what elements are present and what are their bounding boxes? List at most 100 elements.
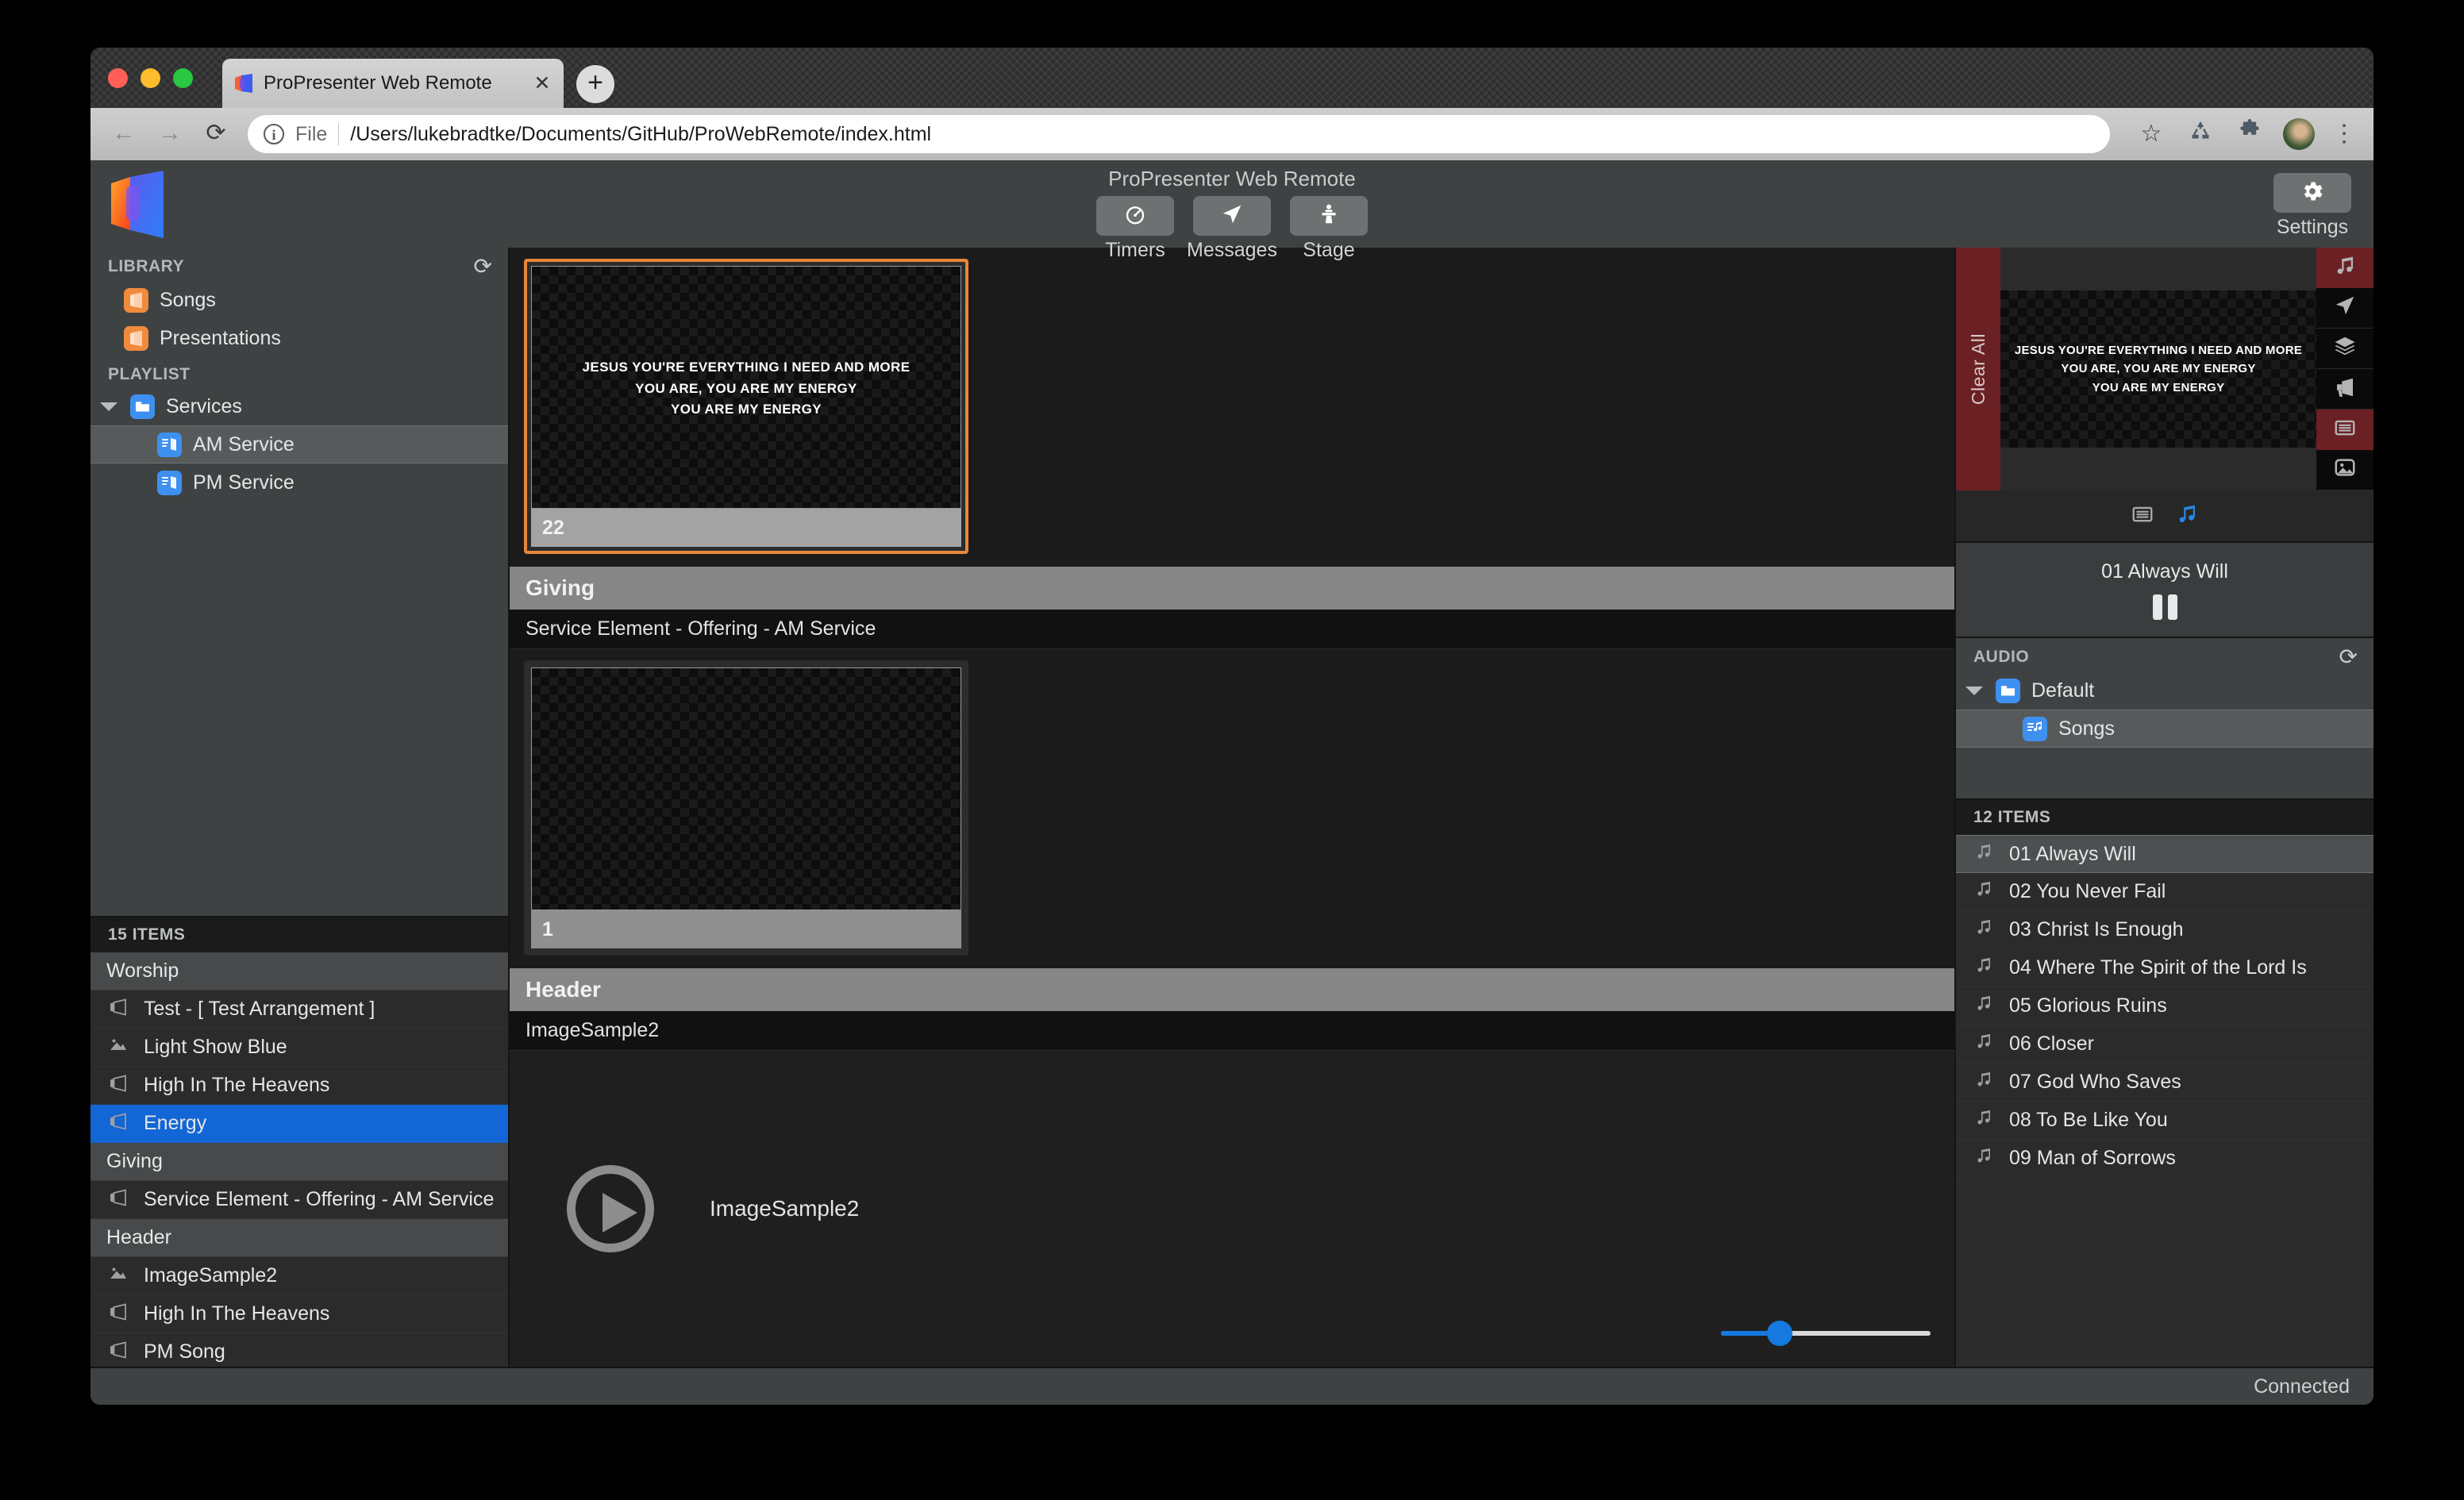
output-preview[interactable]: JESUS YOU'RE EVERYTHING I NEED AND MORE …	[2000, 290, 2316, 448]
messages-button[interactable]: Messages	[1187, 196, 1277, 262]
chevron-down-icon[interactable]	[1965, 686, 1983, 695]
slide-number: 1	[531, 910, 961, 948]
slide-thumbnail[interactable]: JESUS YOU'RE EVERYTHING I NEED AND MORE …	[524, 259, 968, 554]
stage-label: Stage	[1303, 239, 1355, 261]
clear-announcements-button[interactable]	[2316, 368, 2374, 410]
presentation-icon	[124, 325, 148, 351]
announcement-icon	[2333, 375, 2357, 403]
app-header: ProPresenter Web Remote Timers Messages …	[90, 160, 2374, 261]
tab-slides[interactable]	[2131, 502, 2154, 530]
sidebar-item-presentations[interactable]: Presentations	[90, 319, 508, 357]
list-item[interactable]: High In The Heavens	[90, 1067, 508, 1105]
audio-track-list: 01 Always Will 02 You Never Fail 03 Chri…	[1956, 835, 2374, 1367]
list-item[interactable]: ImageSample2	[90, 1257, 508, 1295]
podium-icon	[1317, 202, 1341, 230]
tab-audio[interactable]	[2175, 502, 2199, 530]
timers-button[interactable]: Timers	[1096, 196, 1175, 262]
image-icon	[108, 1035, 133, 1060]
music-note-icon	[1973, 994, 1998, 1018]
clear-messages-button[interactable]	[2316, 287, 2374, 329]
site-info-icon[interactable]: i	[264, 124, 284, 144]
list-item[interactable]: Service Element - Offering - AM Service	[90, 1181, 508, 1219]
browser-toolbar: ← → ⟳ i File /Users/lukebradtke/Document…	[90, 108, 2374, 160]
preview-lyrics: JESUS YOU'RE EVERYTHING I NEED AND MORE …	[2015, 341, 2302, 397]
list-item-label: High In The Heavens	[144, 1074, 330, 1096]
now-playing-title: 01 Always Will	[2101, 560, 2228, 583]
playlist-item-list: Worship Test - [ Test Arrangement ] Ligh…	[90, 952, 508, 1367]
refresh-library-icon[interactable]: ⟳	[474, 256, 492, 278]
close-window-button[interactable]	[108, 68, 128, 88]
bookmark-star-icon[interactable]: ☆	[2135, 118, 2167, 150]
reload-button[interactable]: ⟳	[202, 120, 230, 148]
settings-label: Settings	[2276, 216, 2349, 238]
maximize-window-button[interactable]	[173, 68, 193, 88]
presentation-icon	[108, 1302, 133, 1326]
forward-button[interactable]: →	[156, 120, 184, 148]
sidebar-item-label: Services	[166, 394, 242, 417]
sidebar-item-songs[interactable]: Songs	[90, 281, 508, 319]
slide-number: 22	[531, 509, 961, 547]
clear-action-rail	[2316, 248, 2374, 490]
settings-button[interactable]: Settings	[2273, 173, 2351, 239]
preview-zone: Clear All JESUS YOU'RE EVERYTHING I NEED…	[1956, 248, 2374, 490]
recycle-icon[interactable]	[2185, 118, 2216, 150]
browser-menu-button[interactable]: ⋮	[2332, 122, 2356, 146]
browser-tab-strip: ProPresenter Web Remote ✕ +	[90, 48, 2374, 108]
audio-track-item[interactable]: 02 You Never Fail	[1956, 873, 2374, 911]
audio-item-songs[interactable]: Songs	[1956, 710, 2374, 748]
new-tab-button[interactable]: +	[576, 65, 614, 103]
list-item[interactable]: PM Song	[90, 1333, 508, 1367]
sidebar-item-services[interactable]: Services	[90, 387, 508, 425]
back-button[interactable]: ←	[110, 120, 138, 148]
audio-track-item[interactable]: 01 Always Will	[1956, 835, 2374, 873]
clear-media-button[interactable]	[2316, 449, 2374, 490]
clear-props-button[interactable]	[2316, 328, 2374, 369]
propresenter-logo-icon	[108, 170, 184, 240]
sidebar-item-pm-service[interactable]: PM Service	[90, 463, 508, 502]
clear-slide-button[interactable]	[2316, 410, 2374, 450]
clear-all-button[interactable]: Clear All	[1956, 248, 2000, 490]
playlist-pane-header: PLAYLIST	[90, 357, 508, 387]
audio-track-item[interactable]: 04 Where The Spirit of the Lord Is	[1956, 949, 2374, 987]
minimize-window-button[interactable]	[141, 68, 160, 88]
refresh-audio-icon[interactable]: ⟳	[2339, 646, 2358, 668]
address-bar-url: /Users/lukebradtke/Documents/GitHub/ProW…	[350, 122, 932, 145]
library-tree: Songs Presentations	[90, 281, 508, 357]
app-title: ProPresenter Web Remote	[1108, 167, 1356, 190]
list-item[interactable]: Energy	[90, 1105, 508, 1143]
presentation-icon	[108, 997, 133, 1021]
preview-lyric-line: JESUS YOU'RE EVERYTHING I NEED AND MORE	[2014, 344, 2303, 358]
profile-avatar[interactable]	[2283, 118, 2315, 150]
audio-track-item[interactable]: 05 Glorious Ruins	[1956, 987, 2374, 1025]
connection-status: Connected	[2254, 1375, 2350, 1398]
omnibox-divider	[338, 123, 340, 145]
audio-track-item[interactable]: 06 Closer	[1956, 1025, 2374, 1063]
media-progress-slider[interactable]	[1721, 1317, 1931, 1349]
list-item[interactable]: Test - [ Test Arrangement ]	[90, 990, 508, 1029]
sidebar-item-label: Presentations	[160, 326, 281, 349]
clear-audio-button[interactable]	[2316, 248, 2374, 288]
audio-track-label: 07 God Who Saves	[2009, 1071, 2181, 1093]
address-bar[interactable]: i File /Users/lukebradtke/Documents/GitH…	[248, 115, 2110, 153]
slide-thumbnail[interactable]: 1	[524, 660, 968, 956]
folder-icon	[1996, 678, 2020, 703]
list-item[interactable]: High In The Heavens	[90, 1295, 508, 1333]
stage-button[interactable]: Stage	[1289, 196, 1368, 262]
browser-tab[interactable]: ProPresenter Web Remote ✕	[222, 59, 564, 108]
pause-icon[interactable]	[2152, 594, 2177, 620]
library-title: LIBRARY	[108, 257, 185, 275]
slider-thumb[interactable]	[1766, 1321, 1792, 1346]
audio-item-default[interactable]: Default	[1956, 671, 2374, 710]
sidebar-item-am-service[interactable]: AM Service	[90, 425, 508, 463]
left-sidebar: LIBRARY ⟳ Songs Presentations PLAYLIST S…	[90, 248, 510, 1367]
puzzle-icon[interactable]	[2234, 118, 2266, 150]
audio-track-item[interactable]: 03 Christ Is Enough	[1956, 911, 2374, 949]
audio-track-item[interactable]: 08 To Be Like You	[1956, 1102, 2374, 1140]
play-icon[interactable]	[567, 1165, 654, 1252]
audio-track-item[interactable]: 09 Man of Sorrows	[1956, 1140, 2374, 1178]
music-note-icon	[1973, 917, 1998, 942]
audio-track-item[interactable]: 07 God Who Saves	[1956, 1063, 2374, 1102]
list-item[interactable]: Light Show Blue	[90, 1029, 508, 1067]
chevron-down-icon[interactable]	[100, 402, 117, 411]
close-tab-button[interactable]: ✕	[532, 73, 552, 94]
